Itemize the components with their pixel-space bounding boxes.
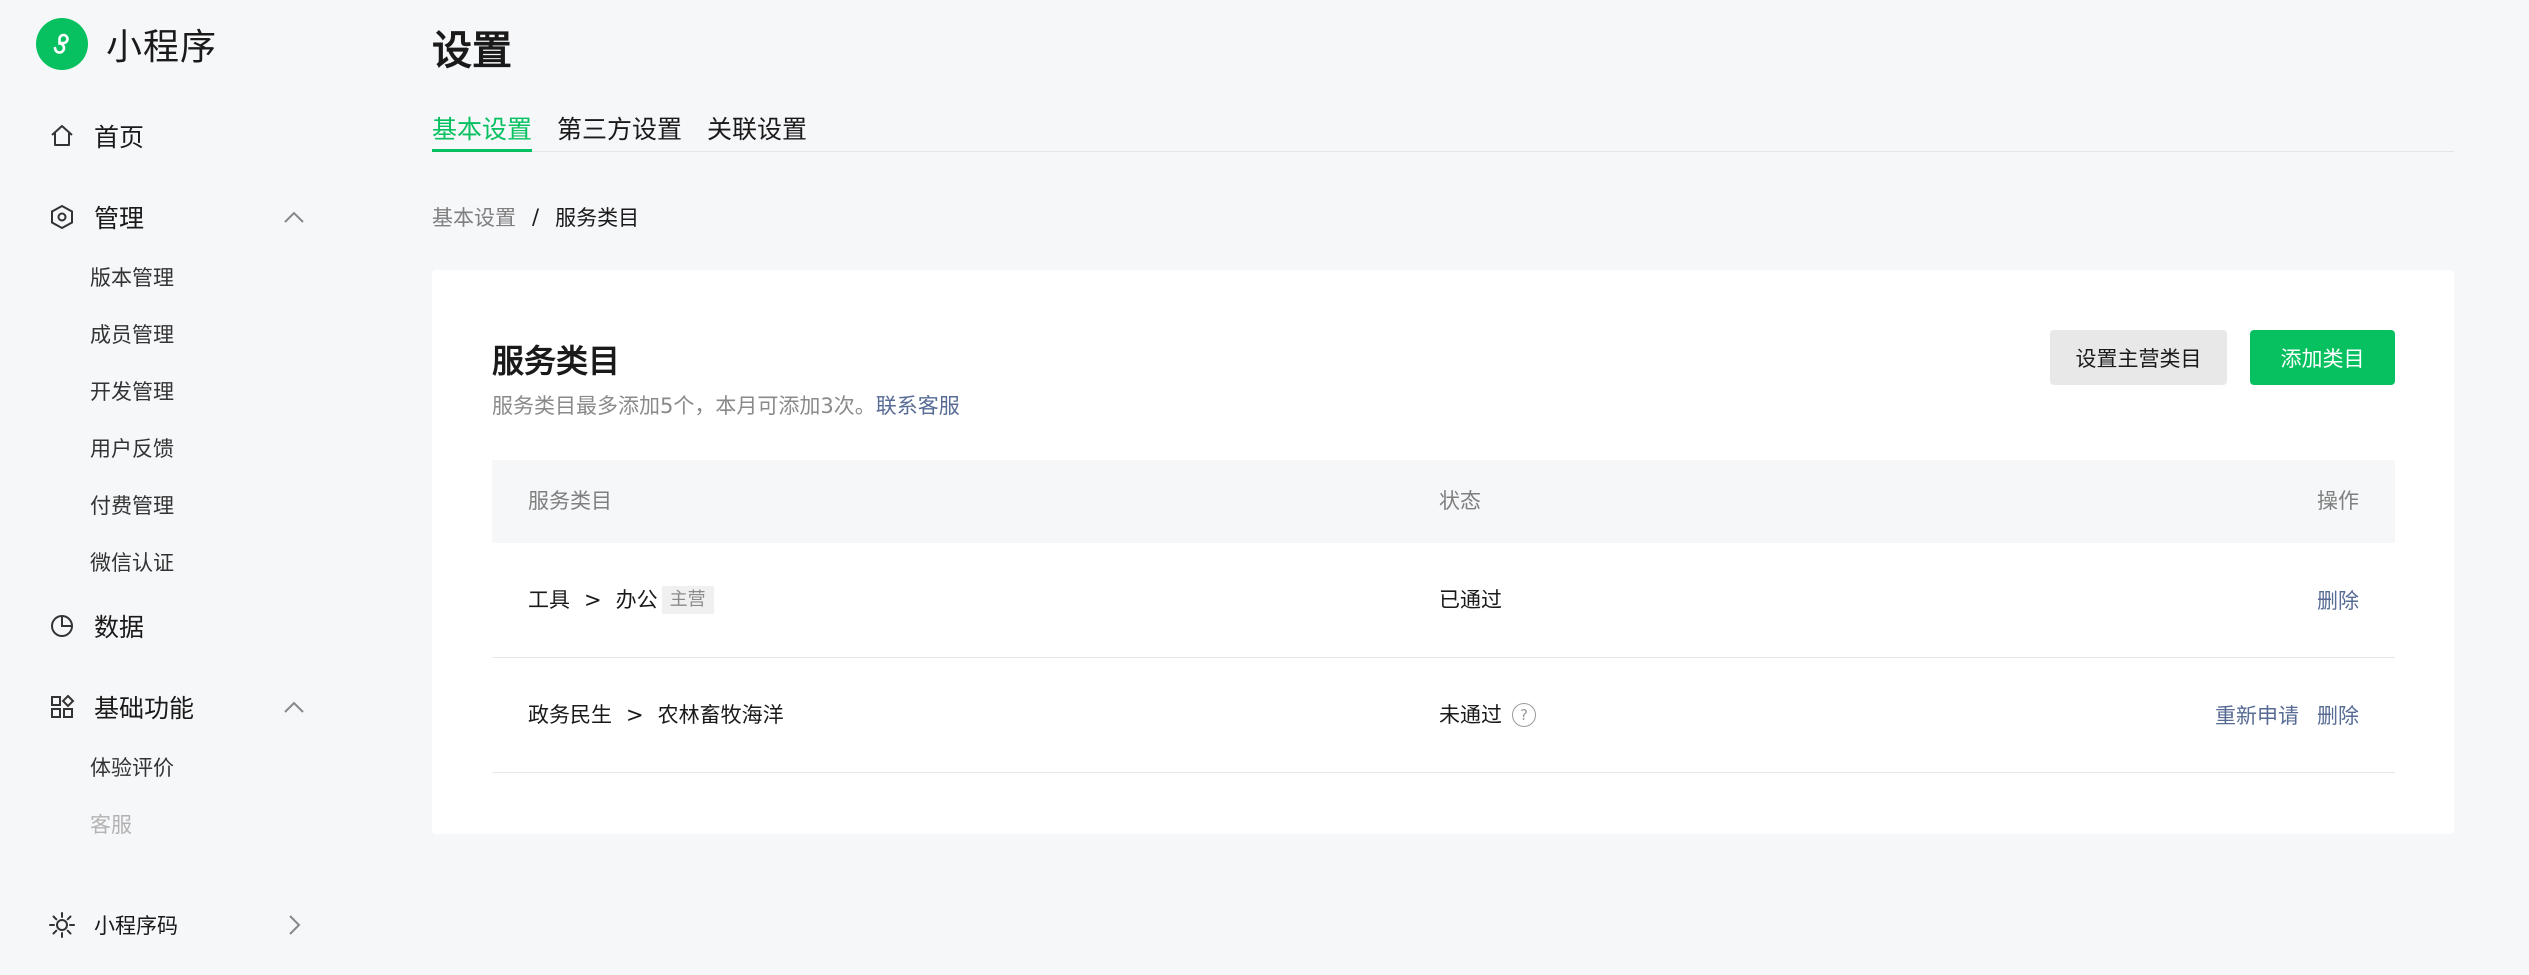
sidebar-item-data[interactable]: 数据 [48, 606, 308, 646]
delete-link[interactable]: 删除 [2317, 700, 2359, 730]
service-category-card: 服务类目 服务类目最多添加5个，本月可添加3次。联系客服 设置主营类目 添加类目… [432, 270, 2454, 834]
breadcrumb-separator: / [532, 205, 540, 229]
header-status: 状态 [1439, 489, 1481, 513]
page-title: 设置 [432, 28, 512, 74]
sidebar-item-label: 小程序码 [94, 914, 178, 938]
tab-basic-settings[interactable]: 基本设置 [432, 110, 533, 152]
card-title: 服务类目 [492, 342, 621, 380]
breadcrumb-current: 服务类目 [555, 206, 640, 230]
chevron-up-icon[interactable] [280, 693, 308, 721]
pie-chart-icon [48, 612, 76, 640]
sidebar-item-label: 管理 [94, 204, 145, 233]
tab-related-settings[interactable]: 关联设置 [707, 110, 807, 152]
table-row: 工具 > 办公 主营 已通过 删除 [492, 543, 2395, 658]
sidebar-subitem-verify[interactable]: 微信认证 [90, 548, 174, 578]
reapply-link[interactable]: 重新申请 [2215, 700, 2299, 730]
sidebar-item-label: 数据 [94, 613, 145, 642]
header-operations: 操作 [2317, 489, 2359, 513]
home-icon [48, 122, 76, 150]
chevron-up-icon[interactable] [280, 203, 308, 231]
grid-icon [48, 693, 76, 721]
chevron-right-icon[interactable] [280, 911, 308, 939]
category-cell: 工具 > 办公 主营 [528, 543, 714, 657]
sidebar-item-label: 首页 [94, 123, 145, 152]
app-name: 小程序 [106, 27, 218, 68]
category-table: 服务类目 状态 操作 工具 > 办公 主营 已通过 删除 政务民生 > 农林畜牧… [492, 460, 2395, 773]
operations-cell: 删除 [2317, 543, 2359, 657]
sidebar: 小程序 首页 管理 版本管理 成员管理 开发管理 用户反馈 付费管理 微信认证 … [0, 0, 400, 975]
sidebar-item-basic-functions[interactable]: 基础功能 [48, 687, 308, 727]
help-icon[interactable]: ? [1512, 703, 1536, 727]
category-arrow: > [584, 588, 602, 612]
category-level1: 政务民生 [528, 703, 612, 727]
add-category-button[interactable]: 添加类目 [2250, 330, 2395, 385]
table-row: 政务民生 > 农林畜牧海洋 未通过 ? 重新申请 删除 [492, 658, 2395, 773]
breadcrumb-parent[interactable]: 基本设置 [432, 202, 516, 232]
sidebar-subitem-dev[interactable]: 开发管理 [90, 377, 174, 407]
sidebar-subitem-feedback[interactable]: 用户反馈 [90, 434, 174, 464]
card-description: 服务类目最多添加5个，本月可添加3次。联系客服 [492, 390, 960, 420]
contact-support-link[interactable]: 联系客服 [876, 394, 960, 418]
table-header: 服务类目 状态 操作 [492, 460, 2395, 543]
app-logo[interactable]: 小程序 [36, 18, 217, 70]
sidebar-subitem-members[interactable]: 成员管理 [90, 320, 174, 350]
settings-tabs: 基本设置 第三方设置 关联设置 [432, 104, 2454, 152]
hexagon-icon [48, 203, 76, 231]
sidebar-item-manage[interactable]: 管理 [48, 197, 308, 237]
status-cell: 已通过 [1439, 543, 1502, 657]
category-cell: 政务民生 > 农林畜牧海洋 [528, 658, 784, 772]
sidebar-item-label: 基础功能 [94, 694, 195, 723]
category-level2: 办公 [615, 588, 658, 612]
set-main-category-button[interactable]: 设置主营类目 [2050, 330, 2227, 385]
sun-icon [48, 911, 76, 939]
breadcrumb: 基本设置 / 服务类目 [432, 202, 639, 232]
main-category-badge: 主营 [661, 586, 714, 614]
status-text: 未通过 [1439, 703, 1502, 727]
sidebar-item-home[interactable]: 首页 [48, 116, 308, 156]
card-description-text: 服务类目最多添加5个，本月可添加3次。 [492, 394, 876, 418]
sidebar-subitem-payment[interactable]: 付费管理 [90, 491, 174, 521]
status-cell: 未通过 ? [1439, 658, 1536, 772]
sidebar-subitem-version[interactable]: 版本管理 [90, 263, 174, 293]
sidebar-subitem-experience-review[interactable]: 体验评价 [90, 753, 174, 783]
category-level2: 农林畜牧海洋 [657, 703, 784, 727]
header-category: 服务类目 [528, 489, 612, 513]
sidebar-item-mini-program-code[interactable]: 小程序码 [48, 905, 308, 945]
tab-third-party-settings[interactable]: 第三方设置 [557, 110, 682, 152]
delete-link[interactable]: 删除 [2317, 585, 2359, 615]
category-arrow: > [626, 703, 644, 727]
sidebar-subitem-customer-service[interactable]: 客服 [90, 810, 132, 840]
status-text: 已通过 [1439, 588, 1502, 612]
operations-cell: 重新申请 删除 [2215, 658, 2359, 772]
category-level1: 工具 [528, 588, 570, 612]
mini-program-logo-icon [36, 18, 88, 70]
